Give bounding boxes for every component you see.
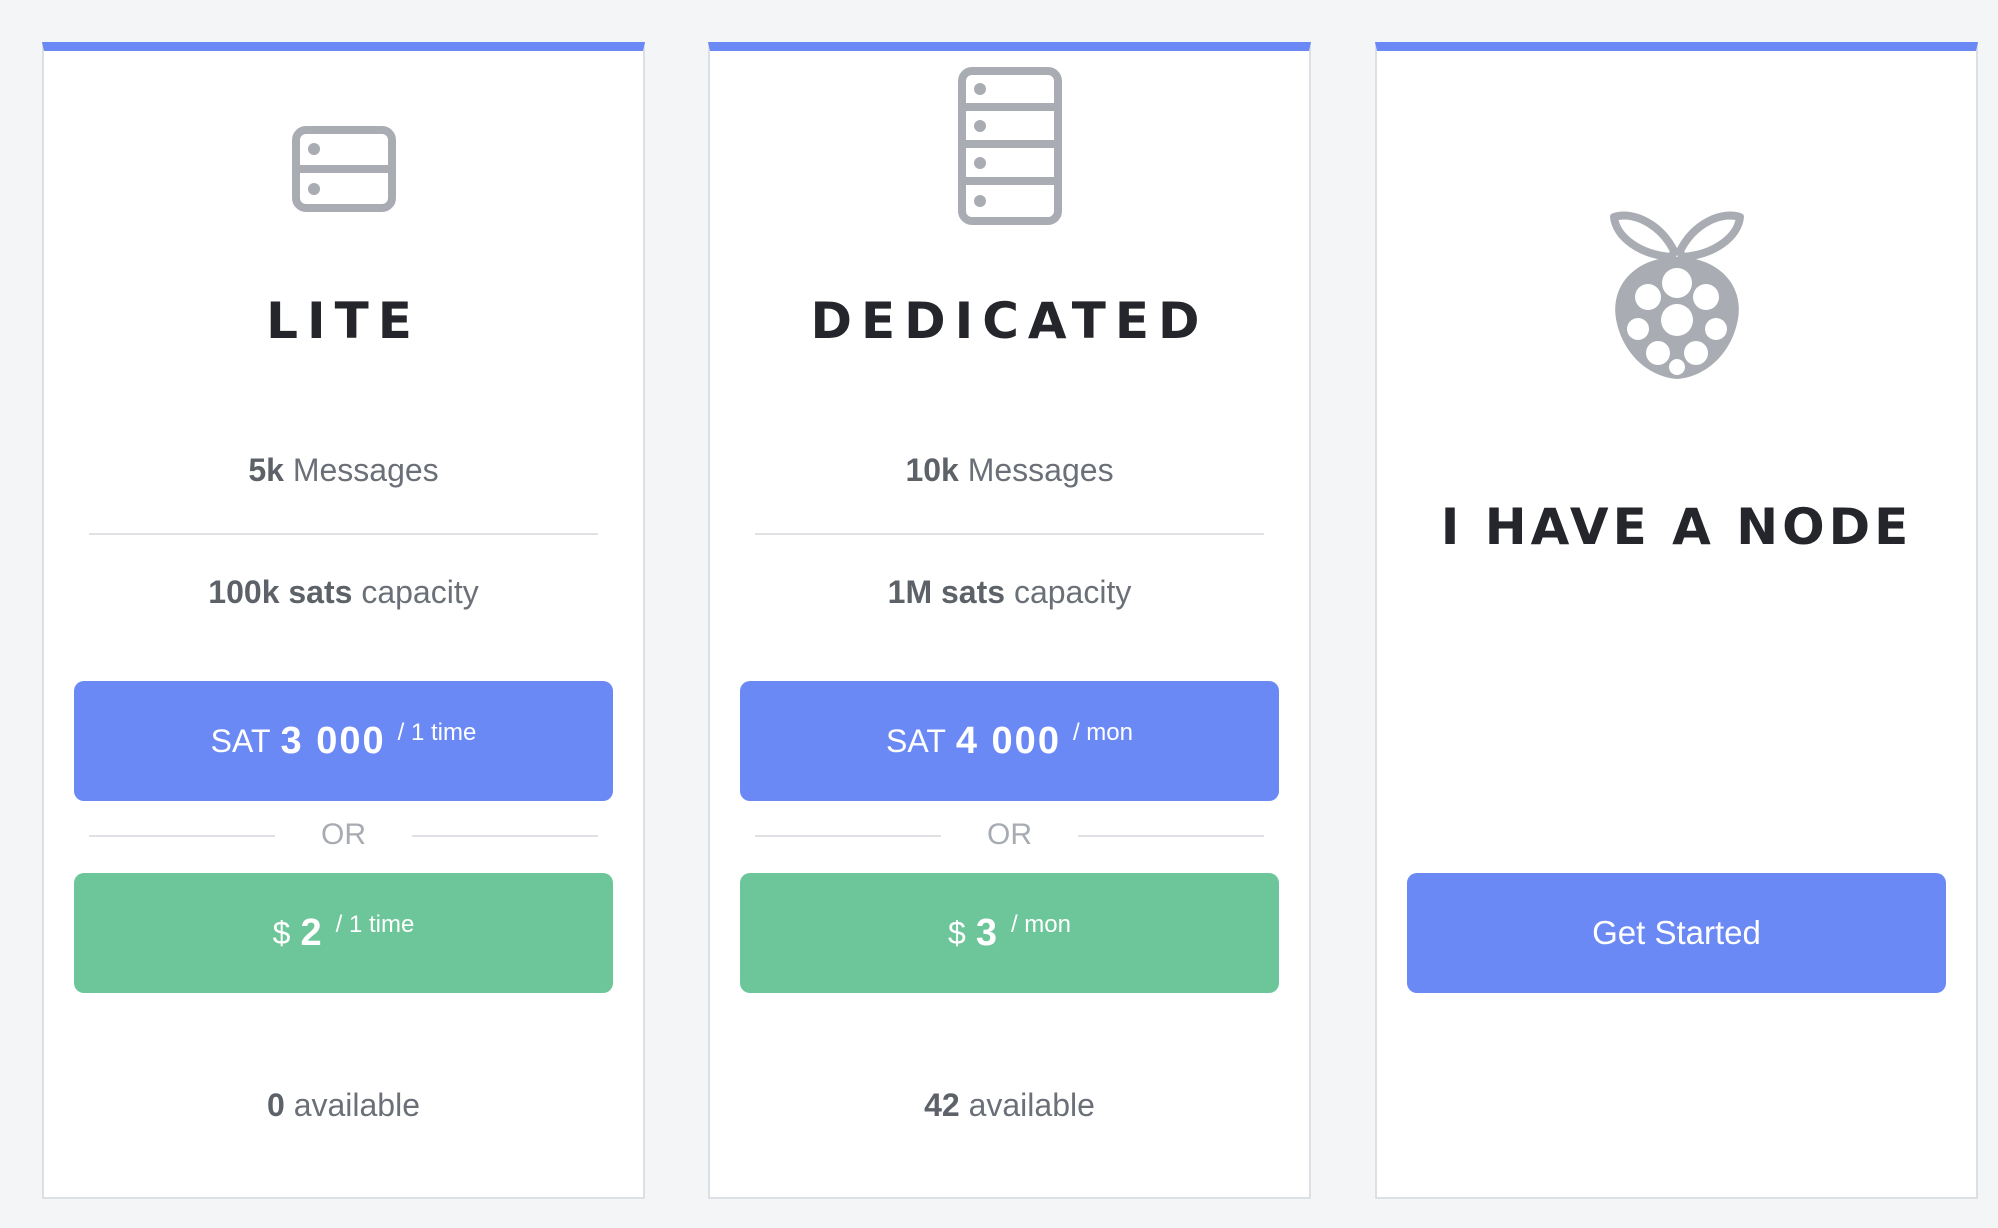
availability: 42 available <box>710 1087 1309 1124</box>
messages-value: 10k <box>905 452 959 488</box>
capacity-feature: 1M sats capacity <box>710 574 1309 611</box>
available-label: available <box>968 1087 1095 1123</box>
sat-period: / mon <box>1072 719 1133 746</box>
plan-title: LITE <box>266 292 421 350</box>
plan-card-node: I HAVE A NODE Get Started <box>1375 42 1978 1199</box>
pay-usd-button[interactable]: $ 2 / 1 time <box>74 873 613 993</box>
pay-sat-button[interactable]: SAT 3 000 / 1 time <box>74 681 613 801</box>
plan-card-lite: LITE 5k Messages 100k sats capacity SAT … <box>42 42 645 1199</box>
sat-amount: 4 000 <box>955 719 1061 762</box>
available-count: 0 <box>267 1087 285 1123</box>
sat-currency: SAT <box>886 722 946 759</box>
or-separator: OR <box>755 815 1264 855</box>
available-label: available <box>293 1087 420 1123</box>
capacity-value: 1M sats <box>887 574 1006 610</box>
raspberry-pi-icon <box>1377 203 1976 383</box>
pay-usd-button[interactable]: $ 3 / mon <box>740 873 1279 993</box>
plan-title: DEDICATED <box>810 292 1209 350</box>
usd-currency: $ <box>272 914 291 951</box>
or-line-right <box>1078 835 1264 837</box>
capacity-label: capacity <box>361 574 479 610</box>
sat-period: / 1 time <box>397 719 477 746</box>
available-count: 42 <box>924 1087 960 1123</box>
messages-value: 5k <box>248 452 284 488</box>
messages-feature: 10k Messages <box>710 452 1309 489</box>
usd-period: / 1 time <box>335 911 415 938</box>
messages-label: Messages <box>967 452 1114 488</box>
capacity-label: capacity <box>1013 574 1132 610</box>
or-line-right <box>412 835 598 837</box>
feature-divider <box>755 533 1264 535</box>
plan-card-dedicated: DEDICATED 10k Messages 1M sats capacity … <box>708 42 1311 1199</box>
sat-amount: 3 000 <box>280 719 386 762</box>
server-rack-icon <box>710 67 1309 225</box>
or-separator: OR <box>89 815 598 855</box>
usd-period: / mon <box>1010 911 1071 938</box>
feature-divider <box>89 533 598 535</box>
usd-amount: 2 <box>300 911 324 954</box>
get-started-button[interactable]: Get Started <box>1407 873 1946 993</box>
plan-title: I HAVE A NODE <box>1440 498 1913 556</box>
capacity-feature: 100k sats capacity <box>44 574 643 611</box>
availability: 0 available <box>44 1087 643 1124</box>
usd-currency: $ <box>948 914 966 951</box>
messages-feature: 5k Messages <box>44 452 643 489</box>
capacity-value: 100k sats <box>208 574 353 610</box>
usd-amount: 3 <box>975 911 999 954</box>
pay-sat-button[interactable]: SAT 4 000 / mon <box>740 681 1279 801</box>
messages-label: Messages <box>292 452 439 488</box>
server-icon <box>44 126 643 212</box>
sat-currency: SAT <box>210 722 271 759</box>
